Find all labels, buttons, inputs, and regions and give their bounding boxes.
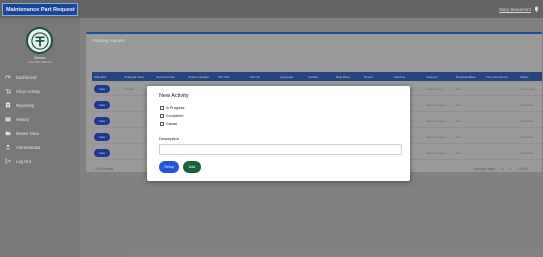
description-input[interactable] [159,144,402,155]
checkbox[interactable] [160,114,164,118]
modal-title: New Activity [159,93,189,99]
checkbox[interactable] [160,122,164,126]
option-in-progress[interactable]: In Progress [160,106,184,110]
new-activity-modal: New Activity In Progress Completed Cance… [147,86,410,181]
option-label: In Progress [166,106,185,110]
description-label: Description [159,136,180,141]
option-completed[interactable]: Completed [160,114,183,118]
checkbox[interactable] [160,106,164,110]
option-cancel[interactable]: Cancel [160,122,177,126]
setup-button[interactable]: Setup [159,161,179,173]
option-label: Completed [166,114,184,118]
option-label: Cancel [166,122,178,126]
add-button[interactable]: Add [183,161,201,173]
